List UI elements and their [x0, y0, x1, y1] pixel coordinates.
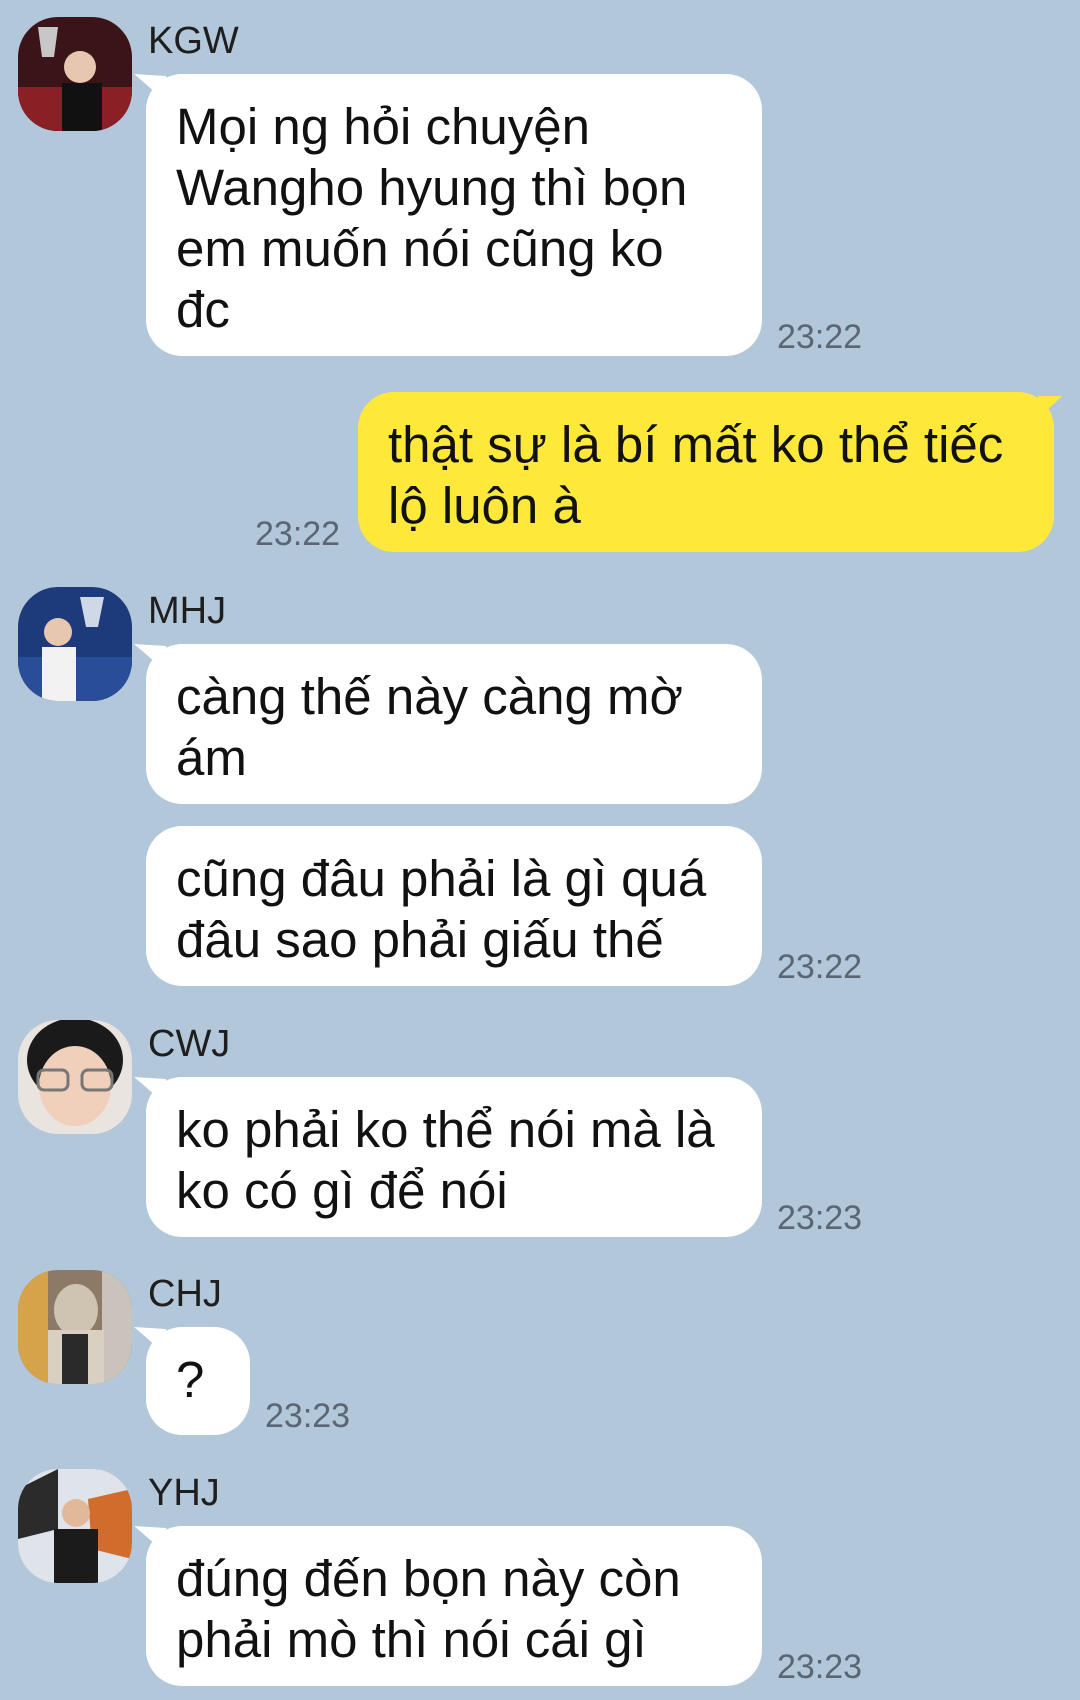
message-time: 23:23 [777, 1648, 863, 1686]
message-time: 23:22 [777, 318, 863, 356]
avatar-kgw[interactable] [18, 17, 132, 131]
message-bubble[interactable]: Mọi ng hỏi chuyện Wangho hyung thì bọn e… [146, 74, 762, 356]
sender-name: KGW [148, 20, 239, 62]
message-bubble[interactable]: ? [146, 1327, 250, 1435]
avatar-cwj[interactable] [18, 1020, 132, 1134]
message-time: 23:23 [265, 1397, 351, 1435]
message-bubble[interactable]: đúng đến bọn này còn phải mò thì nói cái… [146, 1526, 762, 1686]
message-time: 23:22 [777, 948, 863, 986]
message-time: 23:23 [777, 1199, 863, 1237]
message-time: 23:22 [255, 515, 341, 553]
message-bubble[interactable]: càng thế này càng mờ ám [146, 644, 762, 804]
sender-name: MHJ [148, 590, 227, 632]
message-bubble[interactable]: ko phải ko thể nói mà là ko có gì để nói [146, 1077, 762, 1237]
avatar-yhj[interactable] [18, 1469, 132, 1583]
sender-name: YHJ [148, 1472, 220, 1514]
sender-name: CHJ [148, 1273, 222, 1315]
avatar-mhj[interactable] [18, 587, 132, 701]
bubble-tail-outgoing [1038, 396, 1062, 418]
avatar-chj[interactable] [18, 1270, 132, 1384]
message-bubble-outgoing[interactable]: thật sự là bí mất ko thể tiếc lộ luôn à [358, 392, 1054, 552]
message-bubble[interactable]: cũng đâu phải là gì quá đâu sao phải giấ… [146, 826, 762, 986]
sender-name: CWJ [148, 1023, 231, 1065]
